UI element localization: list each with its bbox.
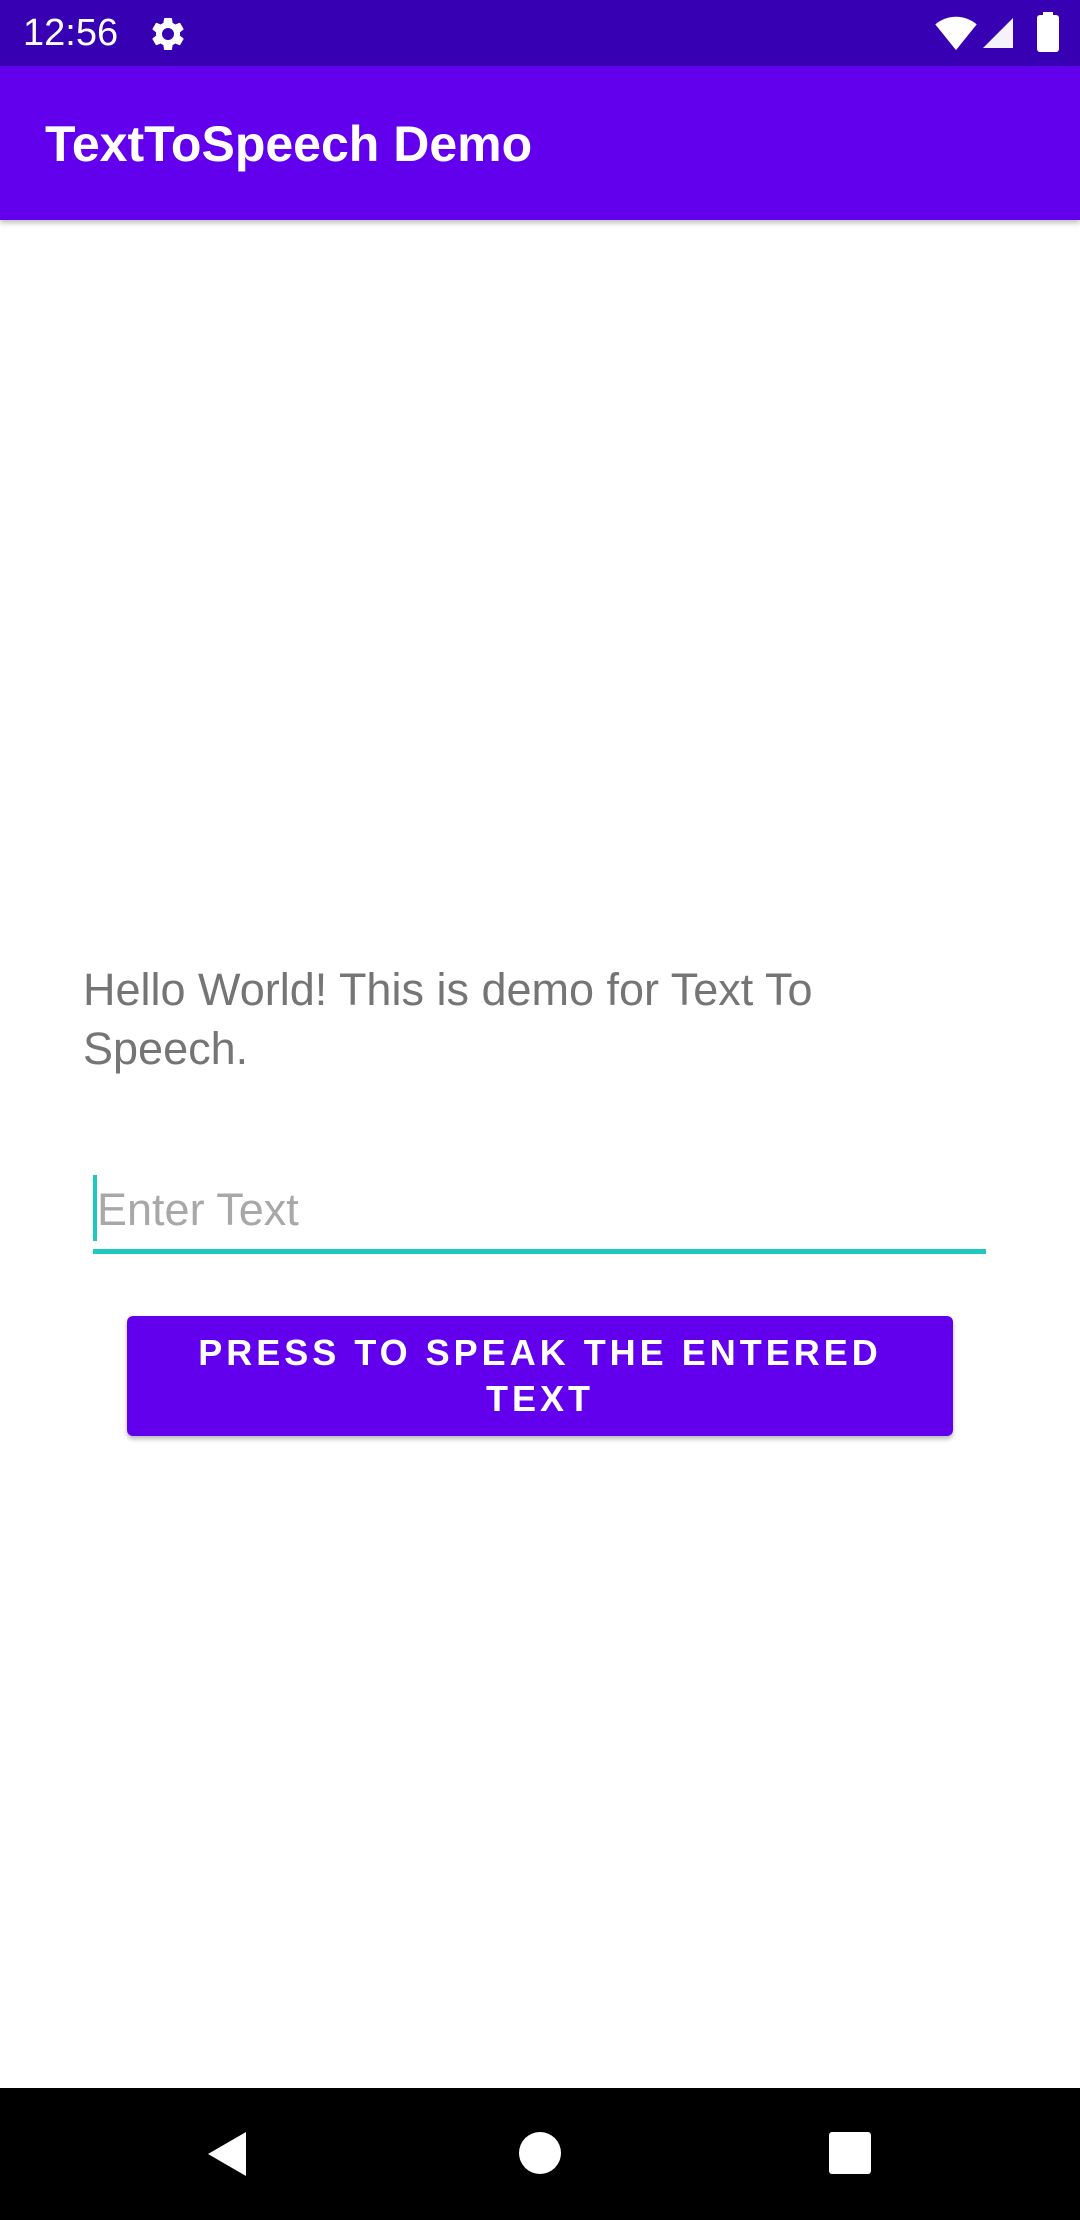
- text-input-placeholder: Enter Text: [97, 1184, 299, 1235]
- speak-button[interactable]: PRESS TO SPEAK THE ENTERED TEXT: [127, 1316, 953, 1436]
- navigation-bar: [0, 2088, 1080, 2220]
- app-bar: TextToSpeech Demo: [0, 66, 1080, 220]
- signal-icon: [983, 18, 1013, 48]
- battery-icon: [1037, 12, 1059, 52]
- message-text: Hello World! This is demo for Text To Sp…: [83, 964, 813, 1074]
- text-input-field[interactable]: Enter Text: [93, 1170, 986, 1254]
- home-icon[interactable]: [519, 2132, 561, 2174]
- app-title: TextToSpeech Demo: [45, 116, 533, 172]
- status-time: 12:56: [23, 12, 119, 54]
- status-bar: 12:56: [0, 0, 1080, 66]
- wifi-icon: [935, 16, 977, 51]
- recents-icon[interactable]: [829, 2132, 871, 2174]
- screen: 12:56 TextToSpeech Demo Hello World! Thi…: [0, 0, 1080, 2220]
- speak-button-label: PRESS TO SPEAK THE ENTERED TEXT: [198, 1332, 882, 1419]
- gear-icon: [152, 17, 184, 50]
- back-icon[interactable]: [204, 2130, 248, 2178]
